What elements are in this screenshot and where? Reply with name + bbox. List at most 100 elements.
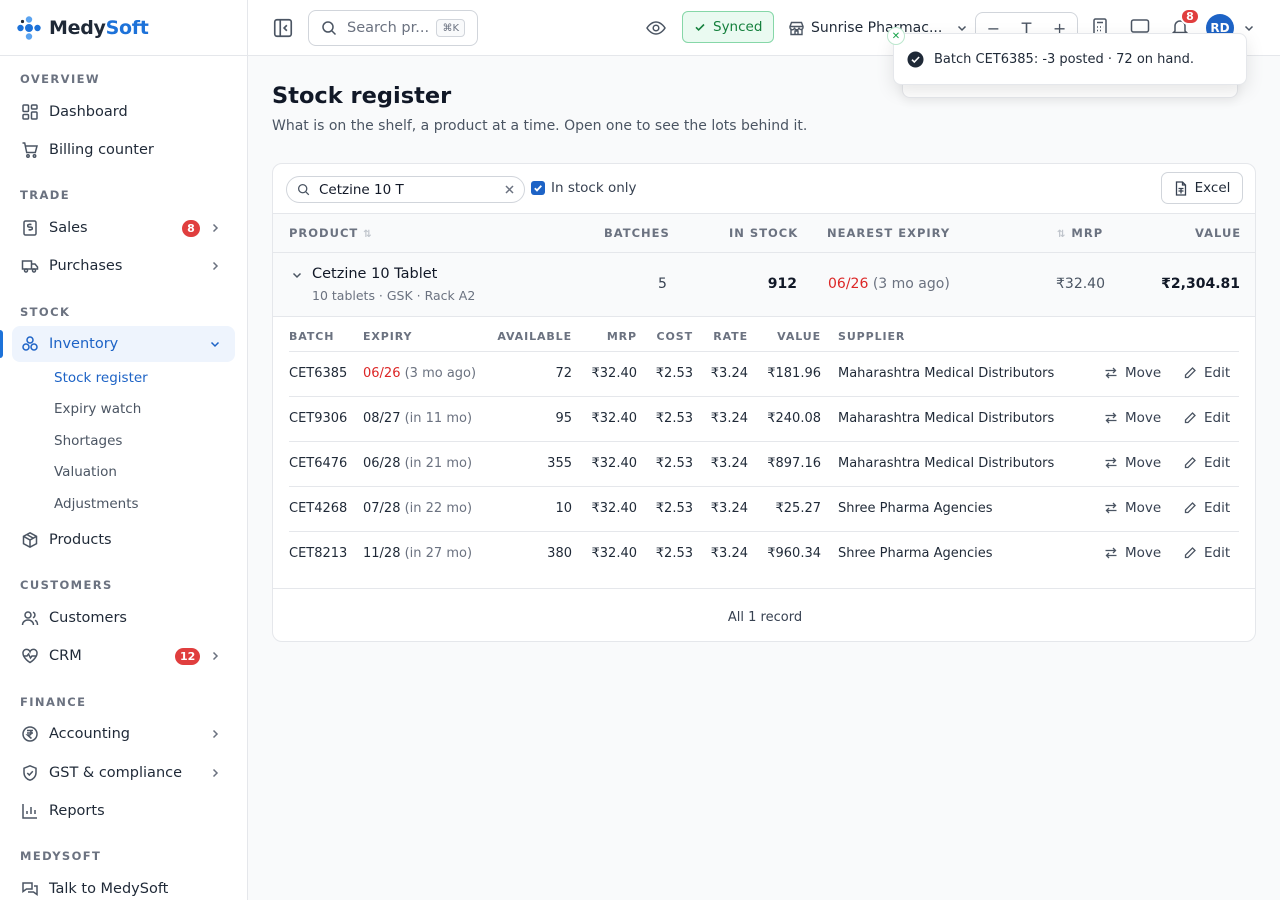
sidebar-item-sales[interactable]: Sales 8 (12, 210, 235, 246)
batch-row[interactable]: CET8213 11/28 (in 27 mo) 380 ₹32.40 ₹2.5… (289, 531, 1239, 576)
sidebar-subitem-expiry-watch[interactable]: Expiry watch (54, 401, 141, 417)
batch-col-expiry: EXPIRY (363, 330, 413, 343)
move-label: Move (1125, 545, 1162, 561)
chevron-right-icon (209, 222, 221, 234)
sidebar-item-dashboard[interactable]: Dashboard (12, 94, 235, 130)
move-button[interactable]: Move (1104, 455, 1161, 471)
check-icon (694, 21, 706, 33)
medysoft-logo-icon (16, 15, 42, 41)
sidebar-subitem-valuation[interactable]: Valuation (54, 464, 117, 480)
move-button[interactable]: Move (1104, 410, 1161, 426)
move-button[interactable]: Move (1104, 365, 1161, 381)
col-nearest-expiry[interactable]: NEAREST EXPIRY (827, 226, 950, 240)
sidebar-item-purchases[interactable]: Purchases (12, 248, 235, 284)
sidebar-subitem-shortages[interactable]: Shortages (54, 433, 122, 449)
batch-value: ₹240.08 (767, 411, 821, 426)
batch-col-value: VALUE (777, 330, 821, 343)
in-stock-only-toggle[interactable]: In stock only (531, 180, 637, 196)
edit-button[interactable]: Edit (1183, 500, 1230, 516)
chevron-down-icon[interactable] (291, 269, 303, 281)
batch-mrp: ₹32.40 (591, 546, 638, 561)
batch-available: 10 (555, 501, 572, 516)
batch-supplier: Shree Pharma Agencies (838, 501, 993, 516)
batch-expiry: 07/28 (in 22 mo) (363, 501, 473, 516)
product-search-input[interactable]: Cetzine 10 T (286, 176, 525, 203)
col-value[interactable]: VALUE (1195, 226, 1241, 240)
move-label: Move (1125, 365, 1162, 381)
brand[interactable]: MedySoft (0, 0, 247, 56)
sidebar-item-talk[interactable]: Talk to MedySoft (12, 871, 235, 900)
batch-cost: ₹2.53 (655, 456, 693, 471)
page-title: Stock register (272, 83, 452, 109)
sidebar-item-label: CRM (49, 648, 82, 664)
chevron-down-icon[interactable] (1243, 22, 1255, 34)
product-row[interactable]: Cetzine 10 Tablet 10 tablets · GSK · Rac… (273, 253, 1255, 317)
checkbox-checked[interactable] (531, 181, 545, 195)
batch-cost: ₹2.53 (655, 366, 693, 381)
sidebar-toggle-icon[interactable] (272, 17, 294, 39)
sidebar-item-billing[interactable]: Billing counter (12, 132, 235, 168)
batch-expiry: 11/28 (in 27 mo) (363, 546, 473, 561)
edit-button[interactable]: Edit (1183, 545, 1230, 561)
sidebar-item-crm[interactable]: CRM 12 (12, 638, 235, 674)
section-overview: OVERVIEW (20, 72, 100, 86)
toast-close-button[interactable]: ✕ (887, 27, 905, 45)
product-batches: 5 (658, 276, 667, 292)
batch-row[interactable]: CET6385 06/26 (3 mo ago) 72 ₹32.40 ₹2.53… (289, 351, 1239, 396)
batch-rate: ₹3.24 (710, 546, 748, 561)
product-in-stock: 912 (767, 276, 797, 292)
sidebar-item-accounting[interactable]: Accounting (12, 716, 235, 752)
col-product[interactable]: PRODUCT ⇅ (289, 226, 373, 240)
move-button[interactable]: Move (1104, 500, 1161, 516)
batch-rate: ₹3.24 (710, 456, 748, 471)
batch-supplier: Shree Pharma Agencies (838, 546, 993, 561)
col-in-stock[interactable]: IN STOCK (729, 226, 798, 240)
batch-expiry: 06/28 (in 21 mo) (363, 456, 473, 471)
edit-label: Edit (1204, 410, 1231, 426)
clear-search-icon[interactable] (503, 183, 516, 196)
col-batches[interactable]: BATCHES (604, 226, 670, 240)
batch-supplier: Maharashtra Medical Distributors (838, 411, 1055, 426)
edit-label: Edit (1204, 365, 1231, 381)
eye-icon[interactable] (645, 17, 667, 39)
batch-supplier: Maharashtra Medical Distributors (838, 366, 1055, 381)
edit-button[interactable]: Edit (1183, 365, 1230, 381)
batch-row[interactable]: CET6476 06/28 (in 21 mo) 355 ₹32.40 ₹2.5… (289, 441, 1239, 486)
batch-rate: ₹3.24 (710, 366, 748, 381)
batch-available: 380 (547, 546, 572, 561)
spreadsheet-icon (1174, 180, 1188, 196)
batch-rate: ₹3.24 (710, 501, 748, 516)
sidebar-subitem-stock-register[interactable]: Stock register (54, 370, 148, 386)
footer-divider (273, 588, 1255, 589)
sidebar-item-label: Reports (49, 803, 105, 819)
crm-count-badge: 12 (175, 648, 201, 665)
sidebar-item-customers[interactable]: Customers (12, 600, 235, 636)
batch-cost: ₹2.53 (655, 501, 693, 516)
edit-button[interactable]: Edit (1183, 410, 1230, 426)
batch-supplier: Maharashtra Medical Distributors (838, 456, 1055, 471)
export-excel-button[interactable]: Excel (1161, 172, 1243, 204)
sort-icon: ⇅ (1057, 229, 1067, 240)
batch-row[interactable]: CET9306 08/27 (in 11 mo) 95 ₹32.40 ₹2.53… (289, 396, 1239, 441)
col-mrp[interactable]: ⇅ MRP (1057, 226, 1103, 240)
sidebar-item-products[interactable]: Products (12, 522, 235, 558)
sidebar-item-gst[interactable]: GST & compliance (12, 755, 235, 791)
chevron-down-icon (209, 338, 221, 350)
batch-expiry: 08/27 (in 11 mo) (363, 411, 473, 426)
shield-check-icon (21, 764, 39, 782)
batch-available: 355 (547, 456, 572, 471)
chevron-right-icon (209, 650, 221, 662)
sync-status[interactable]: Synced (682, 11, 775, 43)
sidebar-item-reports[interactable]: Reports (12, 793, 235, 829)
sidebar-item-label: Inventory (49, 336, 119, 352)
move-button[interactable]: Move (1104, 545, 1161, 561)
search-shortcut: ⌘K (436, 19, 465, 37)
sidebar-item-inventory[interactable]: Inventory (12, 326, 235, 362)
batch-cost: ₹2.53 (655, 411, 693, 426)
global-search[interactable]: Search pr... ⌘K (308, 10, 478, 46)
product-nearest-expiry: 06/26 (3 mo ago) (828, 276, 950, 292)
batch-row[interactable]: CET4268 07/28 (in 22 mo) 10 ₹32.40 ₹2.53… (289, 486, 1239, 531)
sidebar-subitem-adjustments[interactable]: Adjustments (54, 496, 139, 512)
sidebar-item-label: Accounting (49, 726, 130, 742)
edit-button[interactable]: Edit (1183, 455, 1230, 471)
